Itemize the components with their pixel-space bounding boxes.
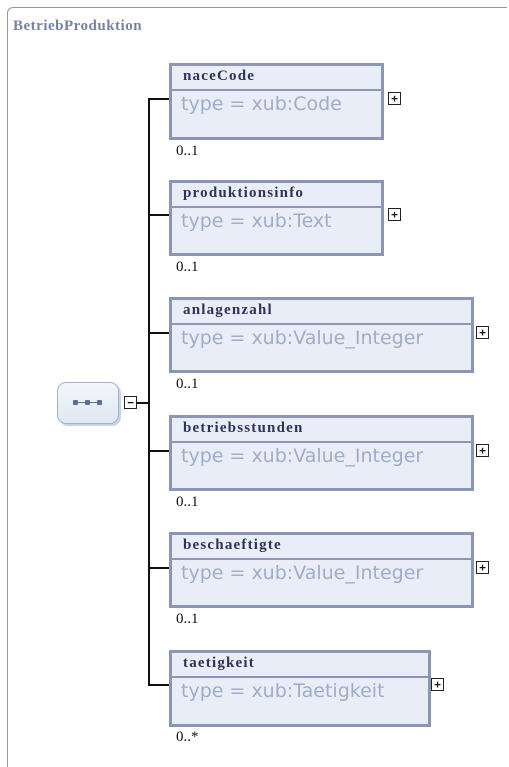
cardinality-label: 0..1 xyxy=(176,259,199,275)
element-type: type = xub:Code xyxy=(181,93,342,115)
complex-type-title: BetriebProduktion xyxy=(13,18,143,34)
connector-branch xyxy=(148,214,169,216)
element-box-nacecode[interactable]: naceCode type = xub:Code xyxy=(169,63,384,140)
element-name: beschaeftigte xyxy=(183,537,282,553)
expand-toggle[interactable]: + xyxy=(476,561,489,574)
element-separator xyxy=(172,676,428,678)
cardinality-label: 0..* xyxy=(176,729,199,745)
expand-toggle[interactable]: + xyxy=(476,444,489,457)
element-box-produktionsinfo[interactable]: produktionsinfo type = xub:Text xyxy=(169,180,384,256)
element-name: taetigkeit xyxy=(183,655,255,671)
element-name: betriebsstunden xyxy=(183,420,304,436)
connector-branch xyxy=(148,332,169,334)
element-separator xyxy=(172,206,381,208)
cardinality-label: 0..1 xyxy=(176,611,199,627)
element-box-taetigkeit[interactable]: taetigkeit type = xub:Taetigkeit xyxy=(169,650,431,727)
cardinality-label: 0..1 xyxy=(176,376,199,392)
element-type: type = xub:Value_Integer xyxy=(181,562,424,584)
element-separator xyxy=(172,441,471,443)
expand-toggle[interactable]: + xyxy=(476,326,489,339)
element-box-beschaeftigte[interactable]: beschaeftigte type = xub:Value_Integer xyxy=(169,532,474,608)
element-name: naceCode xyxy=(183,68,256,84)
sequence-icon xyxy=(73,400,103,406)
element-type: type = xub:Taetigkeit xyxy=(181,680,385,702)
element-box-anlagenzahl[interactable]: anlagenzahl type = xub:Value_Integer xyxy=(169,297,474,373)
element-separator xyxy=(172,558,471,560)
cardinality-label: 0..1 xyxy=(176,494,199,510)
connector-trunk xyxy=(148,98,150,686)
expand-toggle[interactable]: + xyxy=(388,92,401,105)
element-name: anlagenzahl xyxy=(183,302,273,318)
cardinality-label: 0..1 xyxy=(176,143,199,159)
connector-branch xyxy=(148,450,169,452)
connector-branch xyxy=(148,684,169,686)
expand-toggle[interactable]: + xyxy=(388,208,401,221)
sequence-collapse-toggle[interactable]: − xyxy=(124,396,137,409)
expand-toggle[interactable]: + xyxy=(431,678,444,691)
element-type: type = xub:Value_Integer xyxy=(181,445,424,467)
element-box-betriebsstunden[interactable]: betriebsstunden type = xub:Value_Integer xyxy=(169,415,474,491)
element-name: produktionsinfo xyxy=(183,185,305,201)
element-type: type = xub:Text xyxy=(181,210,332,232)
sequence-compositor[interactable] xyxy=(57,382,119,424)
element-type: type = xub:Value_Integer xyxy=(181,327,424,349)
element-separator xyxy=(172,89,381,91)
element-separator xyxy=(172,323,471,325)
connector-branch xyxy=(148,567,169,569)
connector-branch xyxy=(148,98,169,100)
